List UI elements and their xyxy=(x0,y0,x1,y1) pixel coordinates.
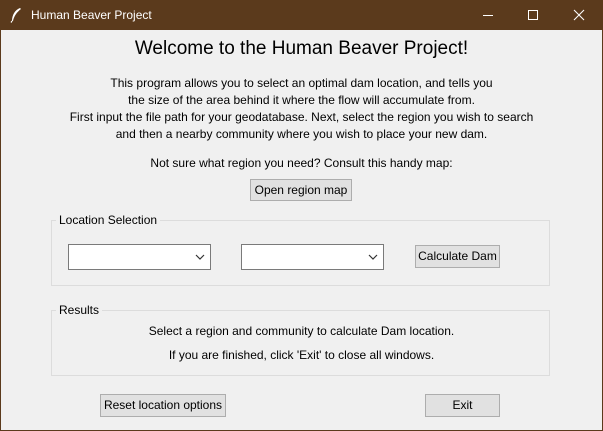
maximize-icon xyxy=(528,10,538,20)
results-exit-hint: If you are finished, click 'Exit' to clo… xyxy=(168,348,435,362)
title-bar[interactable]: Human Beaver Project xyxy=(0,0,603,30)
minimize-button[interactable] xyxy=(465,0,511,30)
minimize-icon xyxy=(483,15,493,16)
results-legend: Results xyxy=(56,303,103,317)
community-dropdown[interactable] xyxy=(241,244,384,270)
exit-button[interactable]: Exit xyxy=(425,394,500,417)
description-line: the size of the area behind it where the… xyxy=(128,93,475,107)
calculate-dam-button[interactable]: Calculate Dam xyxy=(415,245,500,268)
location-selection-legend: Location Selection xyxy=(56,213,161,227)
description-line: This program allows you to select an opt… xyxy=(110,76,493,90)
map-prompt: Not sure what region you need? Consult t… xyxy=(150,156,453,170)
description-line: and then a nearby community where you wi… xyxy=(115,127,488,141)
window-title: Human Beaver Project xyxy=(31,8,152,22)
open-region-map-button[interactable]: Open region map xyxy=(250,179,352,201)
results-message: Select a region and community to calcula… xyxy=(148,324,455,338)
close-button[interactable] xyxy=(556,0,602,30)
description-text: This program allows you to select an opt… xyxy=(0,75,603,143)
feather-icon xyxy=(9,7,23,23)
maximize-button[interactable] xyxy=(510,0,556,30)
chevron-down-icon xyxy=(368,254,378,260)
reset-location-button[interactable]: Reset location options xyxy=(100,394,226,417)
region-dropdown[interactable] xyxy=(68,244,211,270)
description-line: First input the file path for your geoda… xyxy=(69,110,534,124)
results-group xyxy=(51,310,550,376)
welcome-heading: Welcome to the Human Beaver Project! xyxy=(134,38,469,59)
chevron-down-icon xyxy=(195,254,205,260)
close-icon xyxy=(573,9,585,21)
